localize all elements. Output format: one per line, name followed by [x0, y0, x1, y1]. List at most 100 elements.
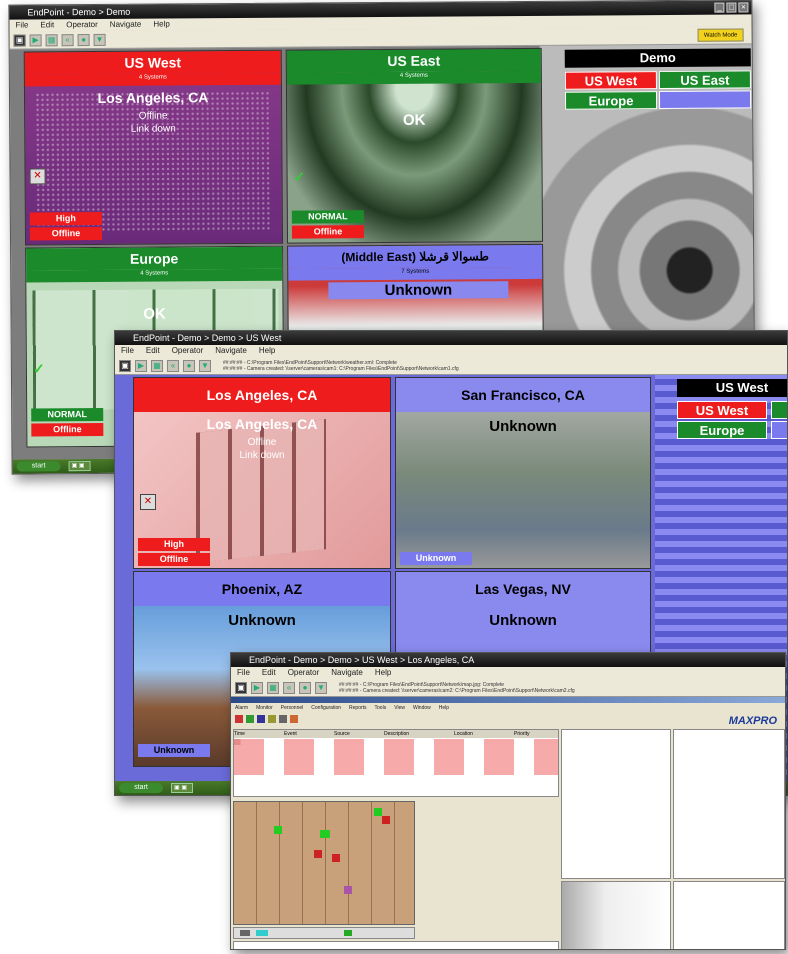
app-menu-view[interactable]: View [394, 703, 405, 713]
nav-middle-east-button[interactable] [658, 90, 752, 110]
device-icon[interactable] [382, 816, 390, 824]
play-icon[interactable]: ▶ [251, 681, 263, 694]
menu-navigate[interactable]: Navigate [331, 667, 363, 679]
priority-badge: NORMAL [31, 407, 104, 422]
tile-san-francisco[interactable]: San Francisco, CA Unknown Unknown [395, 377, 651, 569]
app-menu-monitor[interactable]: Monitor [256, 703, 273, 713]
maximize-icon[interactable]: □ [726, 2, 737, 13]
tool-icon[interactable] [290, 715, 298, 723]
app-icon[interactable]: ▣ [13, 33, 26, 47]
floor-plan-map[interactable] [233, 801, 415, 925]
col-priority[interactable]: Priority [514, 730, 554, 738]
alarm-icon[interactable]: ✕ [140, 494, 156, 510]
menu-file[interactable]: File [15, 19, 28, 31]
menu-help[interactable]: Help [153, 18, 170, 30]
back-icon[interactable]: « [167, 359, 179, 372]
grid-icon[interactable]: ▦ [151, 359, 163, 372]
status-unknown: Unknown [328, 281, 509, 300]
menu-file[interactable]: File [237, 667, 250, 679]
app-menu-personnel[interactable]: Personnel [281, 703, 304, 713]
video-panel-3[interactable] [561, 881, 671, 949]
menu-help[interactable]: Help [375, 667, 391, 679]
system-count: 4 Systems [286, 70, 541, 85]
nav-us-west-button[interactable]: US West [564, 71, 657, 90]
video-panel-1[interactable] [561, 729, 671, 879]
menu-edit[interactable]: Edit [40, 19, 54, 31]
home-icon[interactable]: ● [183, 359, 195, 372]
grid-icon[interactable]: ▦ [45, 33, 58, 46]
app-menu-tools[interactable]: Tools [375, 703, 387, 713]
menu-help[interactable]: Help [259, 345, 275, 357]
tile-us-west[interactable]: US West 4 Systems Los Angeles, CA Offlin… [23, 49, 284, 246]
state-badge: Offline [138, 553, 210, 566]
device-icon[interactable] [344, 886, 352, 894]
app-menu-window[interactable]: Window [413, 703, 431, 713]
close-icon[interactable]: × [738, 2, 749, 13]
start-button[interactable]: start [16, 461, 61, 472]
window-titlebar[interactable]: EndPoint - Demo > Demo > US West [115, 331, 787, 345]
device-icon[interactable] [314, 850, 322, 858]
col-source[interactable]: Source [334, 730, 384, 738]
home-icon[interactable]: ● [77, 33, 90, 46]
start-button[interactable]: start [119, 783, 163, 793]
back-icon[interactable]: « [61, 33, 74, 46]
pin-icon[interactable]: ▼ [199, 359, 211, 372]
device-icon[interactable] [332, 854, 340, 862]
tool-icon[interactable] [268, 715, 276, 723]
tool-icon[interactable] [246, 715, 254, 723]
menu-edit[interactable]: Edit [262, 667, 276, 679]
video-panel-4[interactable] [673, 881, 785, 949]
nav-us-west-button[interactable]: US West [677, 401, 767, 419]
tool-icon[interactable] [235, 715, 243, 723]
nav-europe-button[interactable]: Europe [564, 91, 658, 110]
menu-operator[interactable]: Operator [66, 19, 98, 31]
menu-edit[interactable]: Edit [146, 345, 160, 357]
table-row[interactable] [234, 769, 558, 775]
minimize-icon[interactable]: _ [714, 2, 725, 13]
alarm-icon[interactable]: ✕ [29, 168, 46, 185]
back-icon[interactable]: « [283, 681, 295, 694]
tile-los-angeles[interactable]: Los Angeles, CA Los Angeles, CA Offline … [133, 377, 391, 569]
alarm-table: Time Event Source Description Location P… [233, 729, 559, 797]
home-icon[interactable]: ● [299, 681, 311, 694]
menu-navigate[interactable]: Navigate [110, 19, 142, 31]
video-panel-2[interactable] [673, 729, 785, 879]
device-icon[interactable] [274, 826, 282, 834]
toolbar: ▣ ▶ ▦ « ● ▼ ##:##:## - C:\Program Files\… [115, 357, 787, 375]
col-time[interactable]: Time [234, 730, 284, 738]
nav-europe-button[interactable]: Europe [677, 421, 767, 439]
menu-operator[interactable]: Operator [288, 667, 320, 679]
pin-icon[interactable]: ▼ [315, 681, 327, 694]
nav-panel: Demo US West US East Europe [564, 48, 752, 119]
grid-icon[interactable]: ▦ [267, 681, 279, 694]
col-event[interactable]: Event [284, 730, 334, 738]
app-menu-configuration[interactable]: Configuration [311, 703, 341, 713]
tool-icon[interactable] [279, 715, 287, 723]
col-description[interactable]: Description [384, 730, 454, 738]
device-icon[interactable] [320, 830, 330, 838]
tool-icon[interactable] [257, 715, 265, 723]
app-menu-reports[interactable]: Reports [349, 703, 367, 713]
menu-file[interactable]: File [121, 345, 134, 357]
play-icon[interactable]: ▶ [29, 33, 42, 46]
app-icon[interactable]: ▣ [235, 681, 247, 694]
tile-us-east[interactable]: US East 4 Systems OK ✓ NORMAL Offline [285, 47, 544, 244]
embedded-app: Alarm Monitor Personnel Configuration Re… [231, 697, 785, 949]
nav-us-east-button[interactable] [771, 401, 787, 419]
taskbar-item[interactable]: ▣ ▣ [171, 783, 193, 793]
device-icon[interactable] [374, 808, 382, 816]
nav-middle-east-button[interactable] [771, 421, 787, 439]
watch-mode-badge[interactable]: Watch Mode [697, 28, 744, 42]
menu-operator[interactable]: Operator [172, 345, 204, 357]
status-link-down: Link down [239, 450, 285, 461]
app-menu-alarm[interactable]: Alarm [235, 703, 248, 713]
nav-us-east-button[interactable]: US East [658, 70, 751, 90]
pin-icon[interactable]: ▼ [93, 33, 106, 46]
col-location[interactable]: Location [454, 730, 514, 738]
taskbar-item[interactable]: ▣ ▣ [68, 461, 91, 472]
app-menu-help[interactable]: Help [439, 703, 449, 713]
play-icon[interactable]: ▶ [135, 359, 147, 372]
menu-navigate[interactable]: Navigate [215, 345, 247, 357]
window-titlebar[interactable]: EndPoint - Demo > Demo > US West > Los A… [231, 653, 785, 667]
app-icon[interactable]: ▣ [119, 359, 131, 372]
